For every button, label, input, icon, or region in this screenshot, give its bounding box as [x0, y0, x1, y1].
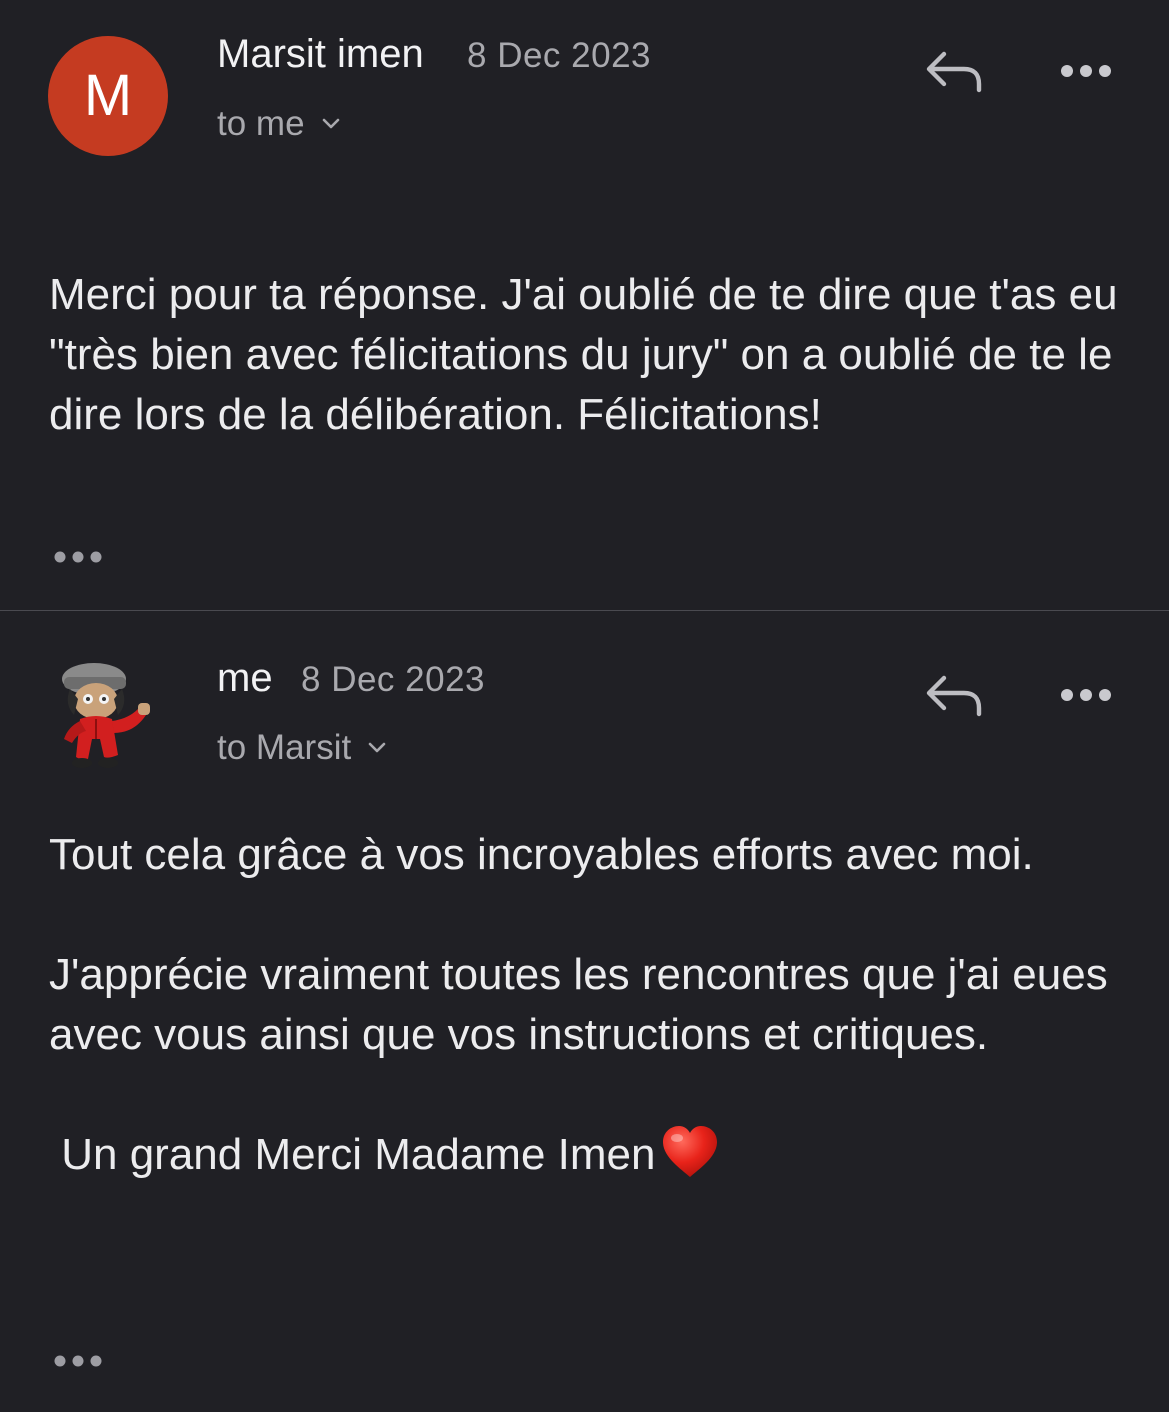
body-paragraph: Tout cela grâce à vos incroyables effort…	[49, 830, 1034, 879]
recipient-label: to me	[217, 104, 305, 143]
reply-arrow-icon[interactable]	[924, 48, 984, 94]
chevron-down-icon	[368, 742, 386, 753]
reply-arrow-icon[interactable]	[924, 672, 984, 718]
message-date: 8 Dec 2023	[301, 660, 486, 699]
ellipsis-icon[interactable]	[52, 549, 104, 565]
body-closing-line: Un grand Merci Madame Imen	[49, 1125, 1139, 1185]
body-paragraph: Merci pour ta réponse. J'ai oublié de te…	[49, 270, 1142, 439]
recipient-toggle[interactable]: to Marsit	[217, 728, 387, 768]
email-message: M Marsit imen 8 Dec 2023 to me Merci pou…	[0, 0, 1169, 610]
sender-avatar[interactable]: M	[48, 36, 168, 156]
body-paragraph: J'apprécie vraiment toutes les rencontre…	[49, 950, 1120, 1059]
more-horizontal-icon[interactable]	[1058, 685, 1114, 705]
closing-text: Un grand Merci Madame Imen	[49, 1130, 656, 1179]
recipient-toggle[interactable]: to me	[217, 104, 341, 144]
cartoon-avatar-icon[interactable]	[52, 659, 168, 785]
recipient-label: to Marsit	[217, 728, 352, 767]
heart-emoji	[663, 1126, 718, 1177]
chevron-down-icon	[322, 118, 339, 129]
sender-name[interactable]: me	[217, 656, 273, 701]
email-message: me 8 Dec 2023 to Marsit Tout cela grâce …	[0, 611, 1169, 1412]
message-body: Merci pour ta réponse. J'ai oublié de te…	[49, 265, 1139, 445]
sender-name[interactable]: Marsit imen	[217, 32, 424, 77]
message-body: Tout cela grâce à vos incroyables effort…	[49, 825, 1139, 1185]
ellipsis-icon[interactable]	[52, 1353, 104, 1369]
more-horizontal-icon[interactable]	[1058, 61, 1114, 81]
message-date: 8 Dec 2023	[467, 36, 652, 75]
